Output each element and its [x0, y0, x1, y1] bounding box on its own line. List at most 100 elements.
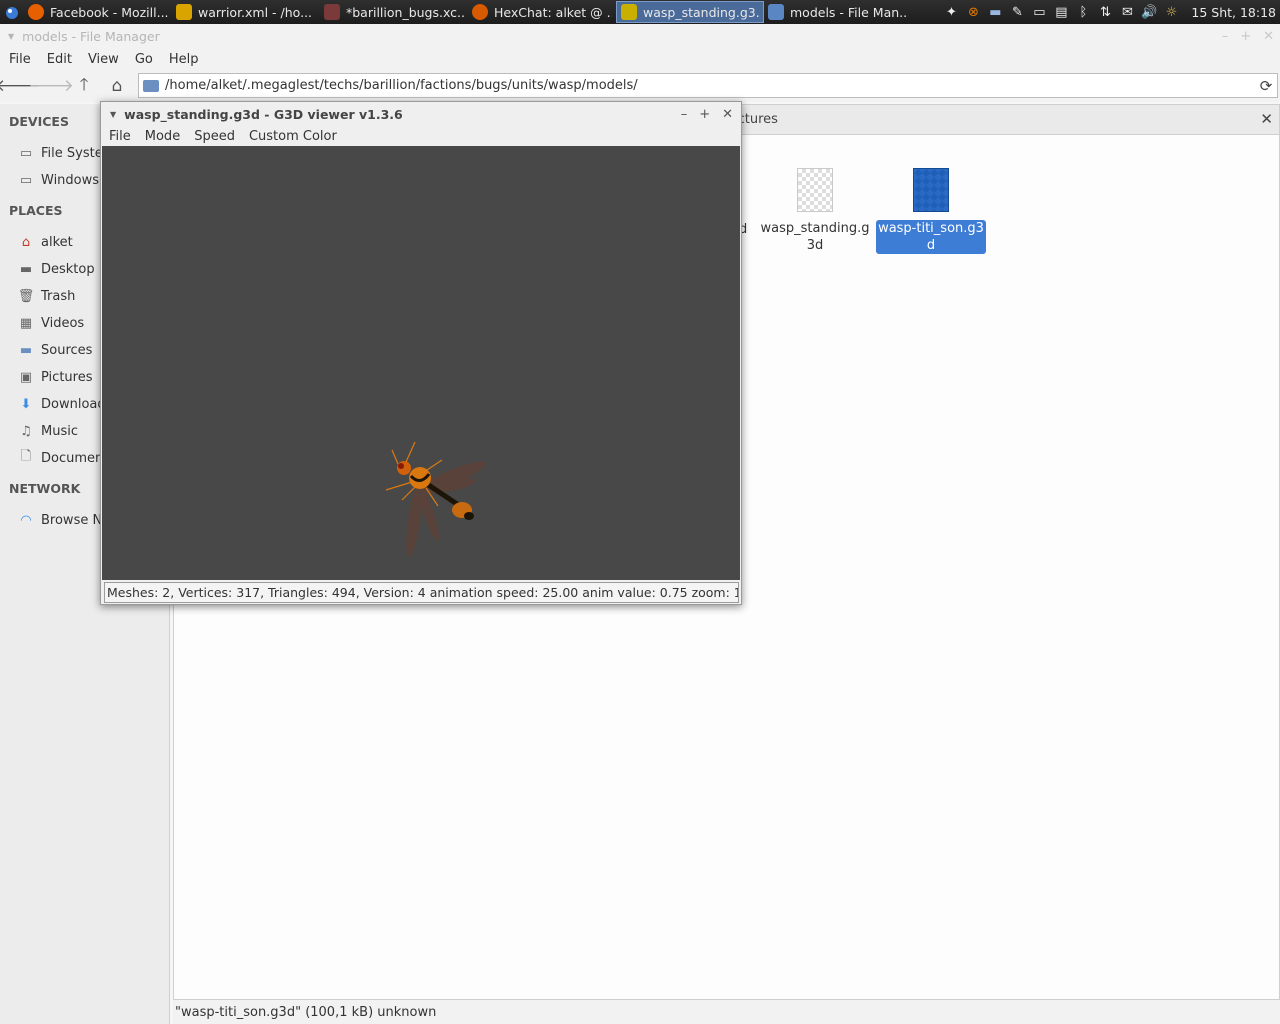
menu-custom-color[interactable]: Custom Color	[244, 129, 342, 144]
file-manager-titlebar[interactable]: ▼ models - File Manager – + ✕	[0, 24, 1280, 48]
task-g3d-viewer[interactable]: wasp_standing.g3...	[616, 1, 764, 23]
task-firefox[interactable]: Facebook - Mozill...	[24, 1, 172, 23]
dropbox-icon[interactable]: ✦	[943, 4, 959, 20]
menu-mode[interactable]: Mode	[140, 129, 185, 144]
g3d-titlebar[interactable]: ▼ wasp_standing.g3d - G3D viewer v1.3.6 …	[101, 102, 741, 126]
close-icon[interactable]: ✕	[722, 107, 733, 122]
file-name: wasp-titi_son.g3d	[876, 220, 986, 254]
pictures-icon: ▣	[19, 369, 33, 385]
download-icon: ⬇	[20, 396, 32, 412]
back-button[interactable]: 🡐	[0, 74, 41, 98]
menu-go[interactable]: Go	[130, 52, 158, 67]
g3d-viewer-icon	[621, 4, 637, 20]
wasp-head	[397, 461, 411, 475]
menubar: File Edit View Go Help	[0, 48, 1280, 70]
xfce-mouse-icon	[6, 7, 18, 19]
trash-icon: 🗑	[18, 288, 35, 304]
clock[interactable]: 15 Sht, 18:18	[1191, 5, 1276, 20]
maximize-icon[interactable]: +	[699, 107, 710, 122]
task-label: models - File Man...	[790, 4, 908, 20]
close-icon[interactable]: ✕	[1263, 29, 1274, 44]
menu-help[interactable]: Help	[164, 52, 204, 67]
sidebar-item-label: Sources	[41, 342, 93, 358]
reload-icon[interactable]: ⟳	[1255, 77, 1277, 95]
g3d-menubar: File Mode Speed Custom Color	[101, 126, 741, 146]
music-icon: ♫	[20, 423, 32, 439]
task-hexchat[interactable]: HexChat: alket @ ...	[468, 1, 616, 23]
maximize-icon[interactable]: +	[1240, 29, 1251, 44]
hexchat-tray-icon[interactable]: ⊗	[965, 4, 981, 20]
task-text-editor[interactable]: warrior.xml - /ho...	[172, 1, 320, 23]
clipboard-icon[interactable]: ▤	[1053, 4, 1069, 20]
sidebar-item-label: Trash	[41, 288, 76, 304]
volume-icon[interactable]: 🔊	[1141, 4, 1157, 20]
status-text: "wasp-titi_son.g3d" (100,1 kB) unknown	[175, 1004, 437, 1020]
wifi-icon: ◠	[20, 512, 32, 528]
home-icon: ⌂	[111, 76, 123, 96]
file-item-wasp-titi-son[interactable]: wasp-titi_son.g3d	[876, 168, 986, 254]
task-image-editor[interactable]: *barillion_bugs.xc...	[320, 1, 468, 23]
menu-view[interactable]: View	[83, 52, 124, 67]
top-panel: Facebook - Mozill... warrior.xml - /ho..…	[0, 0, 1280, 24]
sidebar-item-label: Videos	[41, 315, 85, 331]
task-label: wasp_standing.g3...	[643, 4, 759, 20]
wasp-thorax	[409, 467, 431, 489]
location-bar[interactable]: /home/alket/.megaglest/techs/barillion/f…	[138, 73, 1278, 98]
firefox-icon	[28, 4, 44, 20]
notes-icon[interactable]: ✎	[1009, 4, 1025, 20]
sidebar-item-label: alket	[41, 234, 73, 250]
file-name: wasp_standing.g3d	[760, 221, 870, 253]
g3d-render-canvas[interactable]	[102, 146, 740, 580]
home-button[interactable]: ⌂	[105, 74, 129, 98]
network-header: NETWORK	[9, 481, 81, 496]
menu-speed[interactable]: Speed	[189, 129, 240, 144]
text-editor-icon	[176, 4, 192, 20]
arrow-right-icon: 🡒	[28, 76, 74, 96]
network-transfer-icon[interactable]: ⇅	[1097, 4, 1113, 20]
system-tray: ✦ ⊗ ▬ ✎ ▭ ▤ ᛒ ⇅ ✉ 🔊 ☼ 15 Sht, 18:18	[943, 4, 1280, 20]
status-bar: "wasp-titi_son.g3d" (100,1 kB) unknown	[173, 1000, 1280, 1024]
forward-button[interactable]: 🡒	[28, 74, 74, 98]
sidebar-item-label: Windows	[41, 172, 100, 188]
app-menu-button[interactable]	[0, 0, 24, 24]
window-menu-icon[interactable]: ▼	[8, 32, 14, 41]
task-label: Facebook - Mozill...	[50, 4, 168, 20]
menu-edit[interactable]: Edit	[42, 52, 77, 67]
drive-icon: ▭	[19, 145, 33, 161]
sidebar-item-label: Music	[41, 423, 78, 439]
window-menu-icon[interactable]: ▼	[110, 110, 116, 119]
file-item-wasp-standing[interactable]: wasp_standing.g3d	[760, 168, 870, 254]
g3d-status-bar: Meshes: 2, Vertices: 317, Triangles: 494…	[104, 582, 739, 603]
folder-icon: ▬	[19, 342, 33, 358]
drive-icon: ▭	[19, 172, 33, 188]
document-icon: 🗋	[20, 449, 32, 464]
window-title: wasp_standing.g3d - G3D viewer v1.3.6	[124, 106, 403, 122]
minimize-icon[interactable]: –	[681, 107, 688, 122]
mail-icon[interactable]: ✉	[1119, 4, 1135, 20]
g3d-viewer-window: ▼ wasp_standing.g3d - G3D viewer v1.3.6 …	[100, 101, 742, 605]
display-icon[interactable]: ▭	[1031, 4, 1047, 20]
task-label: HexChat: alket @ ...	[494, 4, 612, 20]
folder-icon	[143, 79, 159, 92]
task-file-manager[interactable]: models - File Man...	[764, 1, 912, 23]
weather-icon[interactable]: ☼	[1163, 4, 1179, 20]
image-editor-icon	[324, 4, 340, 20]
folder-tray-icon[interactable]: ▬	[987, 4, 1003, 20]
file-thumbnail	[913, 168, 949, 212]
bluetooth-icon[interactable]: ᛒ	[1075, 4, 1091, 20]
task-label: *barillion_bugs.xc...	[346, 4, 464, 20]
menu-file[interactable]: File	[4, 52, 36, 67]
up-button[interactable]: 🡑	[72, 74, 96, 98]
wasp-model	[385, 441, 486, 557]
arrow-up-icon: 🡑	[79, 74, 89, 95]
tab-close-icon[interactable]: ✕	[1260, 110, 1273, 128]
minimize-icon[interactable]: –	[1222, 29, 1229, 44]
location-path[interactable]: /home/alket/.megaglest/techs/barillion/f…	[165, 78, 1255, 93]
file-thumbnail	[797, 168, 833, 212]
window-title: models - File Manager	[22, 28, 160, 44]
g3d-status-text: Meshes: 2, Vertices: 317, Triangles: 494…	[107, 585, 739, 600]
menu-file[interactable]: File	[104, 129, 136, 144]
task-label: warrior.xml - /ho...	[198, 4, 313, 20]
sidebar-item-label: Pictures	[41, 369, 93, 385]
video-icon: ▦	[19, 315, 33, 331]
